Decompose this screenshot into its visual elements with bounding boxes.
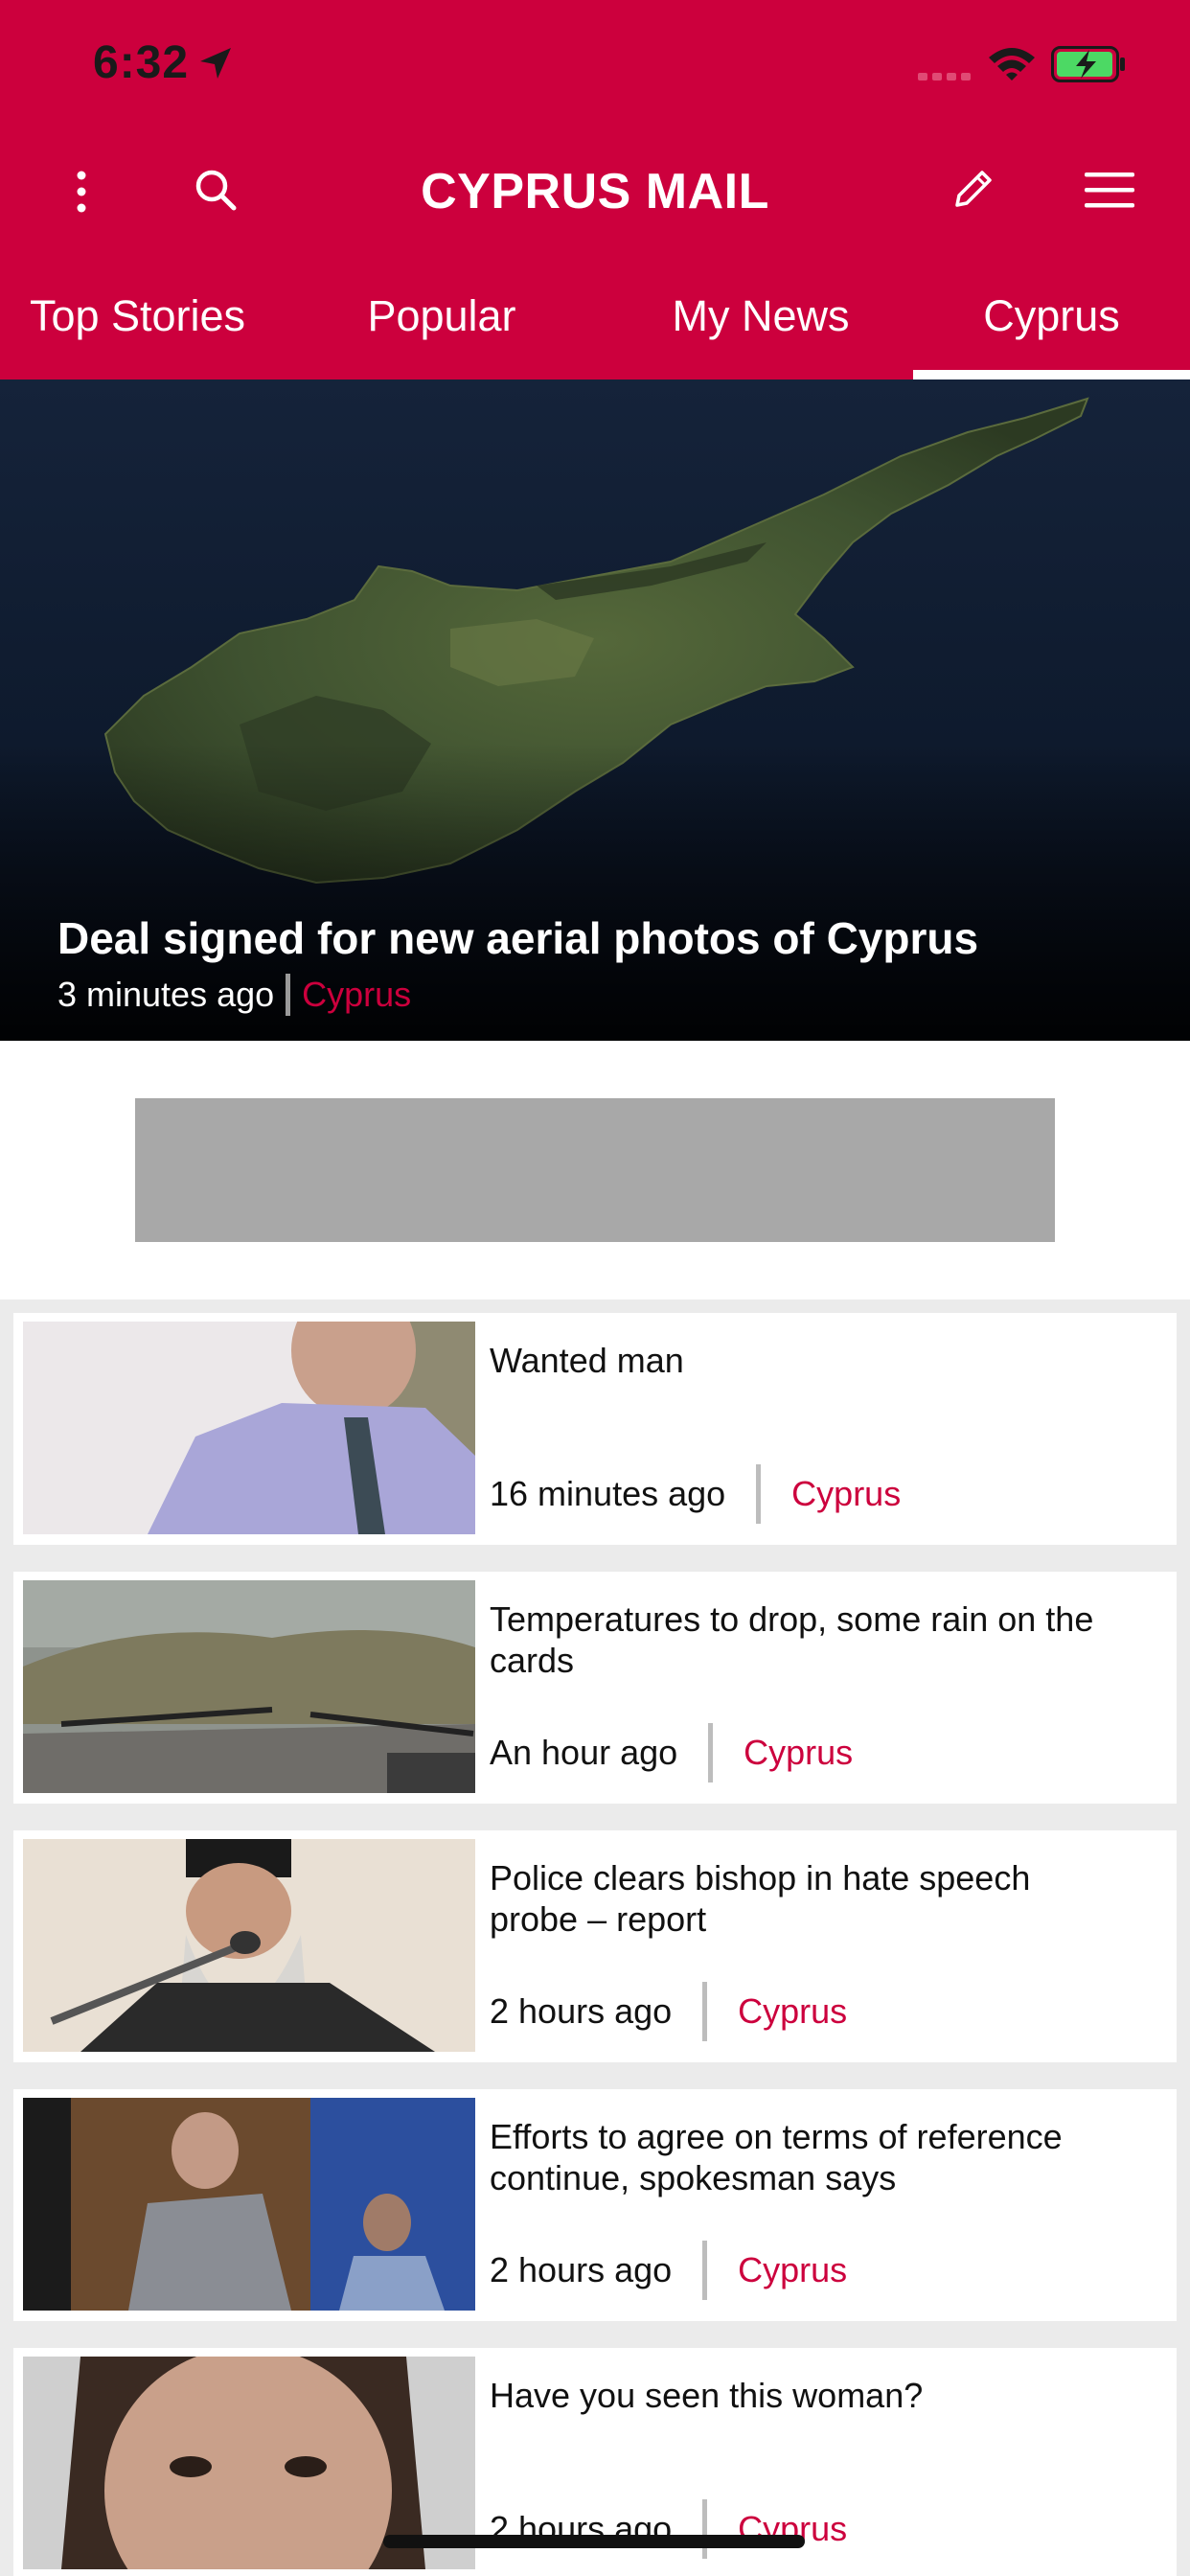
article-meta: 2 hours ago Cyprus	[490, 2241, 847, 2300]
article-headline: Temperatures to drop, some rain on the c…	[490, 1599, 1094, 1680]
article-meta: 2 hours ago Cyprus	[490, 1982, 847, 2041]
article-timestamp: 2 hours ago	[490, 2250, 673, 2289]
location-arrow-icon	[200, 48, 231, 79]
tab-cyprus[interactable]: Cyprus	[913, 278, 1190, 380]
hero-meta: 3 minutes ago Cyprus	[57, 974, 411, 1016]
article-thumbnail	[23, 1580, 475, 1793]
article-timestamp: An hour ago	[490, 1733, 678, 1772]
home-indicator[interactable]	[383, 2535, 805, 2548]
tab-top-stories[interactable]: Top Stories	[0, 278, 275, 380]
battery-charging-icon	[1051, 46, 1125, 82]
article-headline: Efforts to agree on terms of reference c…	[490, 2117, 1063, 2197]
tab-my-news[interactable]: My News	[608, 278, 913, 380]
article-headline: Wanted man	[490, 1341, 684, 1380]
article-category-link[interactable]: Cyprus	[738, 1991, 847, 2032]
hero-headline: Deal signed for new aerial photos of Cyp…	[57, 913, 979, 963]
meta-divider	[702, 1982, 708, 2041]
app-title: CYPRUS MAIL	[421, 164, 769, 219]
article-card[interactable]: Temperatures to drop, some rain on the c…	[13, 1572, 1177, 1804]
section-tabs: Top Stories Popular My News Cyprus	[0, 278, 1190, 380]
ad-banner-placeholder[interactable]	[135, 1098, 1055, 1242]
tab-popular[interactable]: Popular	[275, 278, 608, 380]
app-bar: CYPRUS MAIL	[0, 134, 1190, 249]
article-category-link[interactable]: Cyprus	[791, 1474, 901, 1514]
hamburger-menu-icon	[1084, 172, 1134, 207]
article-meta: 16 minutes ago Cyprus	[490, 1464, 901, 1524]
hero-timestamp: 3 minutes ago	[57, 975, 275, 1014]
meta-divider	[286, 974, 291, 1016]
article-thumbnail	[23, 1322, 475, 1534]
meta-divider	[702, 2241, 708, 2300]
article-card[interactable]: Efforts to agree on terms of reference c…	[13, 2089, 1177, 2321]
hero-story[interactable]: Deal signed for new aerial photos of Cyp…	[0, 380, 1190, 1041]
article-category-link[interactable]: Cyprus	[744, 1733, 853, 1773]
meta-divider	[702, 2499, 708, 2559]
edit-button[interactable]	[944, 158, 1001, 220]
article-thumbnail	[23, 1839, 475, 2052]
hero-category-link[interactable]: Cyprus	[302, 975, 411, 1015]
app-header: 6:32 CYPRUS MAIL Top Stories Popular My …	[0, 0, 1190, 380]
article-thumbnail	[23, 2098, 475, 2311]
article-card[interactable]: Wanted man 16 minutes ago Cyprus	[13, 1313, 1177, 1545]
article-category-link[interactable]: Cyprus	[738, 2250, 847, 2290]
pencil-icon	[955, 170, 992, 207]
meta-divider	[756, 1464, 762, 1524]
article-headline: Have you seen this woman?	[490, 2376, 924, 2415]
article-list: Wanted man 16 minutes ago Cyprus Tempera…	[0, 1300, 1190, 2576]
article-timestamp: 16 minutes ago	[490, 1474, 726, 1513]
signal-icon	[918, 73, 971, 80]
article-meta: An hour ago Cyprus	[490, 1723, 853, 1782]
article-meta: 2 hours ago Cyprus	[490, 2499, 847, 2559]
ad-area	[0, 1041, 1190, 1300]
article-headline: Police clears bishop in hate speech prob…	[490, 1858, 1031, 1939]
wifi-icon	[989, 48, 1035, 80]
status-time: 6:32	[93, 37, 190, 88]
article-timestamp: 2 hours ago	[490, 1991, 673, 2031]
meta-divider	[708, 1723, 714, 1782]
status-bar: 6:32	[0, 0, 1190, 134]
menu-button[interactable]	[1078, 163, 1140, 216]
article-card[interactable]: Police clears bishop in hate speech prob…	[13, 1830, 1177, 2062]
